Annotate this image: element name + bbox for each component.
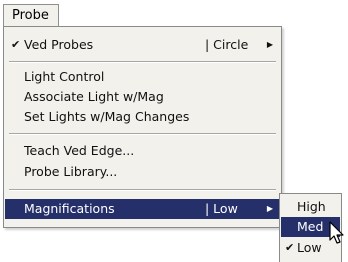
menu-item-value: | Circle [205,37,249,52]
submenu-item-label: Med [297,219,324,234]
check-icon: ✔ [285,241,295,254]
mouse-pointer-icon [329,221,344,244]
menu-item-label: Probe Library... [24,164,118,179]
submenu-item-high[interactable]: High [281,197,340,217]
menu-item-teach-ved-edge[interactable]: Teach Ved Edge... [5,141,280,161]
menu-item-label: Set Lights w/Mag Changes [24,109,190,124]
menu-separator [9,189,276,191]
menu-item-label: Associate Light w/Mag [24,89,164,104]
menu-probe[interactable]: Probe [3,4,59,27]
probe-menu: ✔ Ved Probes | Circle ▶ Light Control As… [3,26,282,228]
menu-item-value: | Low [205,201,238,216]
menu-item-probe-library[interactable]: Probe Library... [5,162,280,182]
submenu-item-label: High [297,199,326,214]
menu-item-light-control[interactable]: Light Control [5,67,280,87]
submenu-arrow-icon: ▶ [266,204,273,213]
menu-item-associate-light[interactable]: Associate Light w/Mag [5,87,280,107]
menu-item-ved-probes[interactable]: ✔ Ved Probes | Circle ▶ [5,35,280,55]
menu-item-label: Magnifications [24,201,115,216]
menu-item-label: Ved Probes [24,37,94,52]
submenu-item-label: Low [297,240,322,255]
menu-item-set-lights[interactable]: Set Lights w/Mag Changes [5,107,280,127]
check-icon: ✔ [11,38,21,51]
menu-item-label: Light Control [24,69,105,84]
menu-item-magnifications[interactable]: Magnifications | Low ▶ [5,199,280,219]
menu-separator [9,133,276,135]
menu-item-label: Teach Ved Edge... [24,143,135,158]
menu-separator [9,61,276,63]
submenu-arrow-icon: ▶ [266,40,273,49]
